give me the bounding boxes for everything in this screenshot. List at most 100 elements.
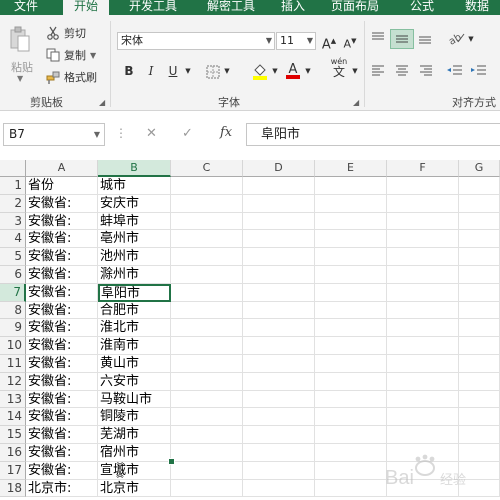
empty-cell[interactable] [459, 337, 500, 355]
cell-a[interactable]: 安徽省: [26, 230, 98, 249]
empty-cell[interactable] [387, 372, 459, 391]
tab-file[interactable]: 文件 [0, 0, 52, 15]
cell-a[interactable]: 安徽省: [26, 319, 98, 338]
empty-cell[interactable] [171, 337, 243, 355]
row-header[interactable]: 17 [0, 461, 26, 480]
cell-a[interactable]: 安徽省: [26, 337, 98, 355]
tab-formulas[interactable]: 公式 [402, 0, 442, 15]
column-header-g[interactable]: G [459, 160, 500, 177]
empty-cell[interactable] [171, 301, 243, 320]
row-header[interactable]: 3 [0, 212, 26, 231]
empty-cell[interactable] [243, 230, 315, 249]
empty-cell[interactable] [315, 283, 387, 302]
column-header-f[interactable]: F [387, 160, 459, 177]
underline-dropdown-icon[interactable]: ▼ [183, 62, 193, 80]
underline-button[interactable]: U [165, 62, 181, 80]
empty-cell[interactable] [315, 248, 387, 266]
column-header-e[interactable]: E [315, 160, 387, 177]
empty-cell[interactable] [387, 408, 459, 427]
empty-cell[interactable] [243, 212, 315, 231]
row-header[interactable]: 8 [0, 301, 26, 320]
tab-developer[interactable]: 开发工具 [118, 0, 188, 15]
empty-cell[interactable] [315, 355, 387, 373]
cut-button[interactable]: 剪切 [46, 24, 86, 42]
tab-insert[interactable]: 插入 [276, 0, 310, 15]
cell-a[interactable]: 安徽省: [26, 283, 98, 302]
name-box[interactable]: B7 ▼ [3, 123, 105, 146]
cell-a[interactable]: 省份 [26, 177, 98, 195]
enter-icon[interactable]: ✓ [182, 126, 193, 141]
cell-a[interactable]: 安徽省: [26, 426, 98, 444]
empty-cell[interactable] [171, 408, 243, 427]
empty-cell[interactable] [243, 194, 315, 213]
empty-cell[interactable] [315, 301, 387, 320]
empty-cell[interactable] [459, 194, 500, 213]
row-header[interactable]: 1 [0, 177, 26, 195]
empty-cell[interactable] [171, 212, 243, 231]
tab-page-layout[interactable]: 页面布局 [320, 0, 390, 15]
empty-cell[interactable] [243, 390, 315, 409]
fill-handle[interactable] [168, 458, 175, 465]
italic-button[interactable]: I [143, 62, 159, 80]
empty-cell[interactable] [459, 283, 500, 302]
empty-cell[interactable] [171, 266, 243, 284]
cell-b[interactable]: 宣城市 [98, 461, 171, 480]
cell-b[interactable]: 淮南市 [98, 337, 171, 355]
align-top-icon[interactable] [370, 30, 386, 46]
empty-cell[interactable] [387, 212, 459, 231]
font-launcher-icon[interactable]: ◢ [353, 98, 359, 107]
empty-cell[interactable] [243, 408, 315, 427]
empty-cell[interactable] [171, 355, 243, 373]
align-center-icon[interactable] [394, 63, 410, 79]
cell-b[interactable]: 芜湖市 [98, 426, 171, 444]
empty-cell[interactable] [315, 444, 387, 462]
copy-button[interactable]: 复制 ▼ [46, 46, 96, 64]
row-header[interactable]: 2 [0, 194, 26, 213]
cell-b[interactable]: 滁州市 [98, 266, 171, 284]
formula-input[interactable]: 阜阳市 [246, 123, 500, 146]
tab-data[interactable]: 数据 [454, 0, 500, 15]
align-left-icon[interactable] [370, 63, 386, 79]
cell-b[interactable]: 马鞍山市 [98, 390, 171, 409]
empty-cell[interactable] [459, 319, 500, 338]
column-header-d[interactable]: D [243, 160, 315, 177]
cell-b[interactable]: 蚌埠市 [98, 212, 171, 231]
empty-cell[interactable] [243, 177, 315, 195]
tab-decrypt-tools[interactable]: 解密工具 [196, 0, 266, 15]
phonetic-dropdown-icon[interactable]: ▼ [350, 62, 360, 80]
empty-cell[interactable] [243, 355, 315, 373]
empty-cell[interactable] [387, 355, 459, 373]
row-header[interactable]: 6 [0, 266, 26, 284]
empty-cell[interactable] [315, 390, 387, 409]
empty-cell[interactable] [387, 177, 459, 195]
tab-home[interactable]: 开始 [63, 0, 109, 15]
phonetic-button[interactable]: wén 文 [328, 57, 350, 81]
row-header[interactable]: 16 [0, 444, 26, 462]
empty-cell[interactable] [171, 390, 243, 409]
empty-cell[interactable] [315, 426, 387, 444]
align-bottom-icon[interactable] [417, 30, 433, 46]
empty-cell[interactable] [243, 479, 315, 498]
insert-function-button[interactable]: fx [220, 125, 232, 140]
cell-a[interactable]: 安徽省: [26, 212, 98, 231]
increase-indent-icon[interactable] [470, 63, 488, 79]
cell-b[interactable]: 亳州市 [98, 230, 171, 249]
empty-cell[interactable] [387, 390, 459, 409]
orientation-icon[interactable]: ab [448, 30, 466, 46]
empty-cell[interactable] [387, 230, 459, 249]
font-color-dropdown-icon[interactable]: ▼ [303, 62, 313, 80]
empty-cell[interactable] [243, 337, 315, 355]
decrease-indent-icon[interactable] [446, 63, 464, 79]
empty-cell[interactable] [387, 337, 459, 355]
empty-cell[interactable] [459, 372, 500, 391]
empty-cell[interactable] [243, 301, 315, 320]
cell-b[interactable]: 北京市 [98, 479, 171, 498]
empty-cell[interactable] [171, 230, 243, 249]
column-header-c[interactable]: C [171, 160, 243, 177]
row-header[interactable]: 14 [0, 408, 26, 427]
empty-cell[interactable] [387, 426, 459, 444]
cell-a[interactable]: 安徽省: [26, 194, 98, 213]
cell-b[interactable]: 安庆市 [98, 194, 171, 213]
empty-cell[interactable] [243, 444, 315, 462]
empty-cell[interactable] [387, 194, 459, 213]
